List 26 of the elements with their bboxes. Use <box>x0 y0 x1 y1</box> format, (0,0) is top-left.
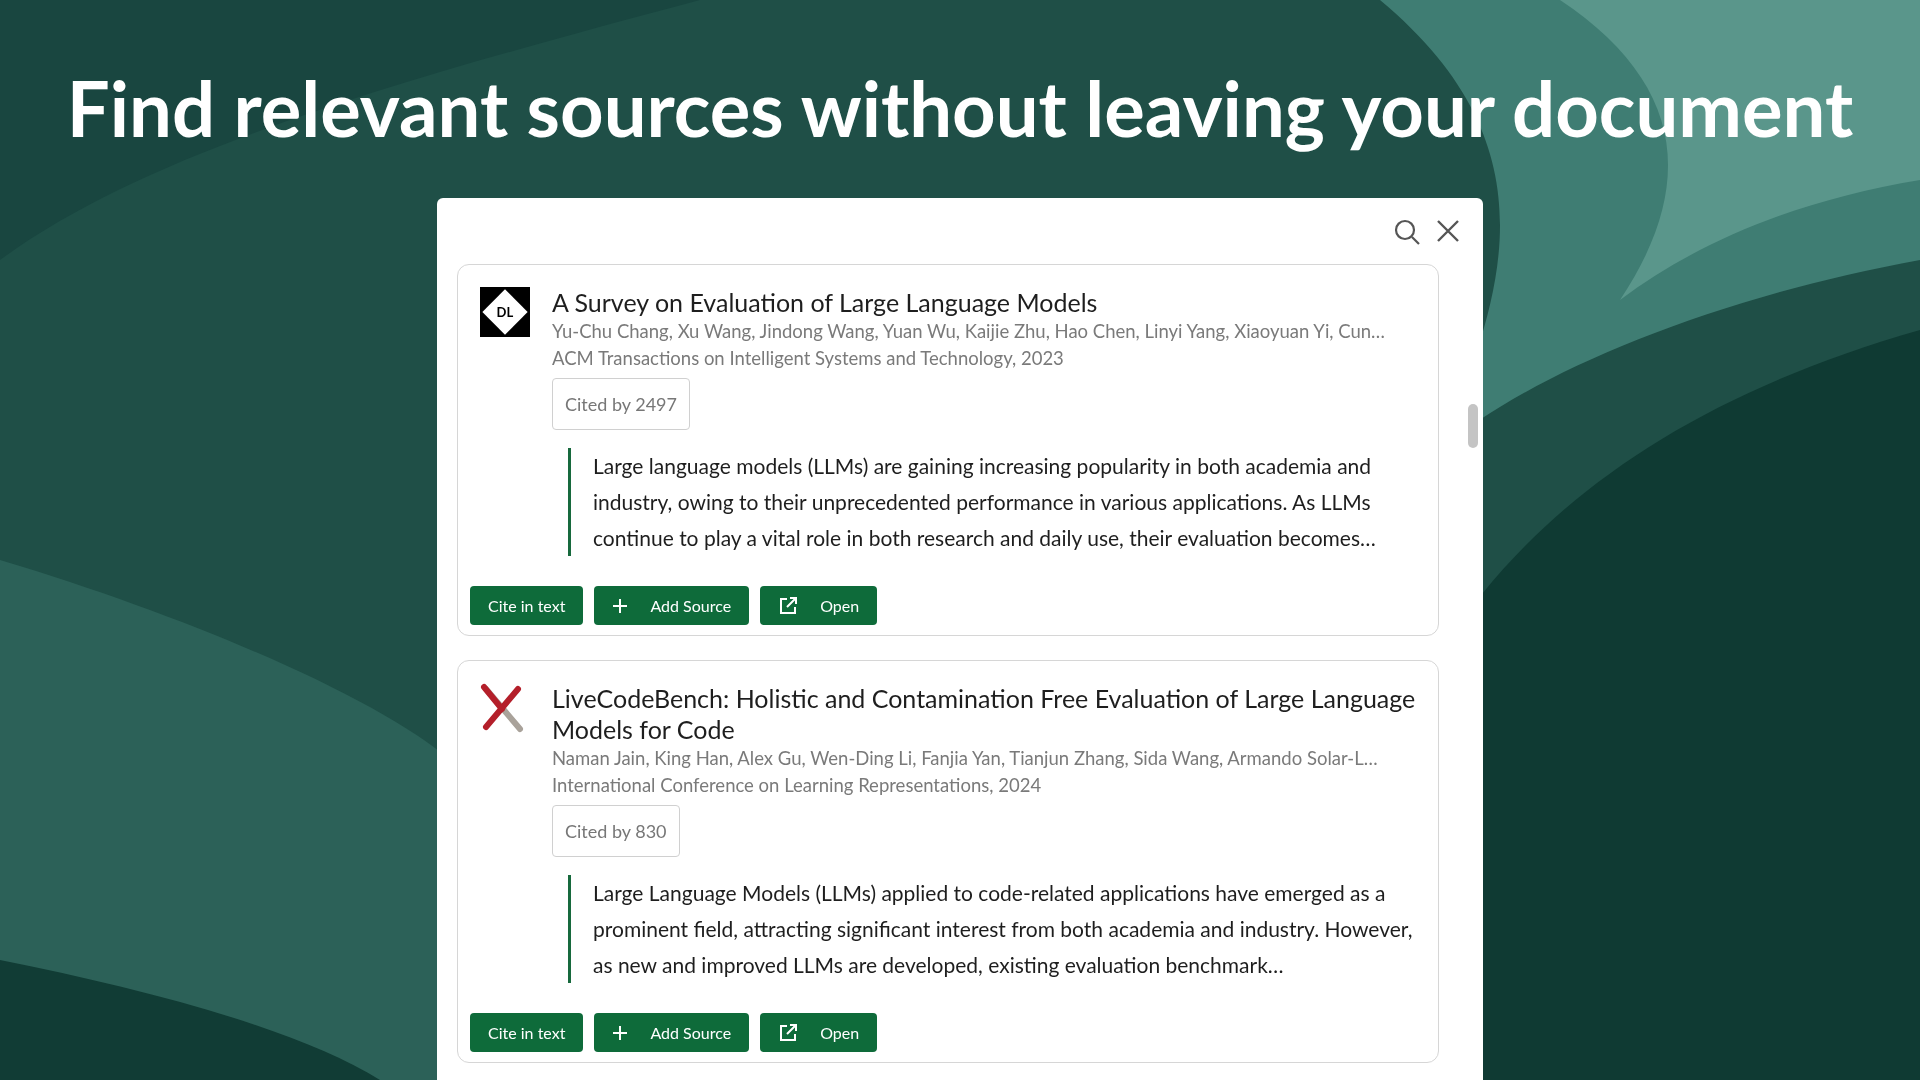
venue-text: ACM Transactions on Intelligent Systems and Technology, 2023 <box>552 346 1065 371</box>
publisher-logo: DL <box>480 287 530 337</box>
external-link-icon <box>778 595 799 616</box>
venue-text: International Conference on Learning Representations, 2024 <box>552 773 1043 798</box>
citation-count: Cited by 830 <box>552 805 680 857</box>
open-button[interactable]: Open <box>760 1013 878 1052</box>
add-source-button[interactable]: Add Source <box>594 586 750 625</box>
search-icon[interactable] <box>1393 218 1421 246</box>
close-icon[interactable] <box>1435 218 1461 244</box>
abstract-text: Large language models (LLMs) are gaining increasing popularity in both academia and industry, owing to their unprecedented performance in various applications. As LLMs continue to play a vital role in both research and daily use, their evaluation becomes… <box>593 452 1377 552</box>
abstract-text: Large Language Models (LLMs) applied to code-related applications have emerged as a prominent field, attracting significant interest from both academia and industry. However, as new and improved LLMs are developed, existing evaluation benchmark… <box>593 879 1414 979</box>
open-button[interactable]: Open <box>760 586 878 625</box>
headline: Find relevant sources without leaving your document <box>66 62 1854 154</box>
author-list: Naman Jain, King Han, Alex Gu, Wen-Ding Li, Fanjia Yan, Tianjun Zhang, Sida Wang, Armando Solar-L… <box>552 745 1420 772</box>
scrollbar-thumb[interactable] <box>1468 404 1478 448</box>
paper-title[interactable]: A Survey on Evaluation of Large Language Models <box>552 287 1420 318</box>
add-source-button[interactable]: Add Source <box>594 1013 750 1052</box>
citation-count: Cited by 2497 <box>552 378 690 430</box>
plus-icon <box>612 597 629 614</box>
plus-icon <box>612 1024 629 1041</box>
external-link-icon <box>778 1022 799 1043</box>
paper-title[interactable]: LiveCodeBench: Holistic and Contamination Free Evaluation of Large Language Models for Code <box>552 683 1420 745</box>
cross-logo-icon <box>480 683 524 733</box>
cite-button[interactable]: Cite in text <box>470 1013 584 1052</box>
author-list: Yu-Chu Chang, Xu Wang, Jindong Wang, Yuan Wu, Kaijie Zhu, Hao Chen, Linyi Yang, Xiaoyuan Yi, Cun… <box>552 318 1420 345</box>
cite-button[interactable]: Cite in text <box>470 586 584 625</box>
